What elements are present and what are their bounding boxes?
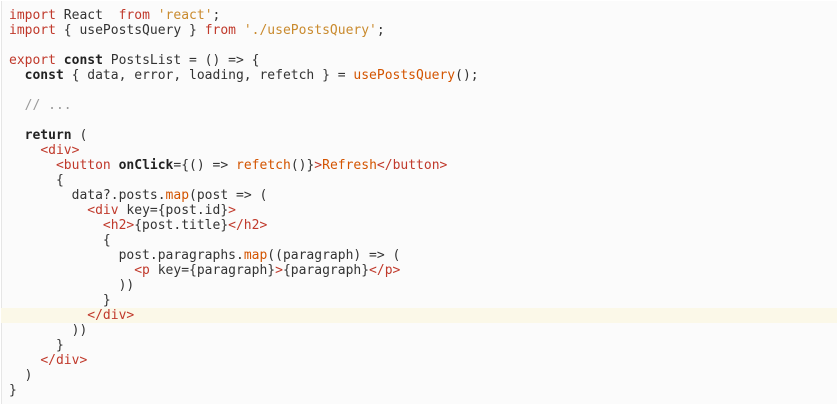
code-token: data?.posts. bbox=[9, 188, 166, 203]
code-token: ; bbox=[212, 8, 221, 23]
code-line[interactable]: import { usePostsQuery } from './usePost… bbox=[9, 23, 837, 38]
code-token: 'react' bbox=[157, 8, 213, 23]
code-token: import bbox=[9, 8, 56, 23]
code-line[interactable]: ​ bbox=[9, 113, 837, 128]
code-token: <div bbox=[87, 203, 119, 218]
code-token: map bbox=[243, 248, 268, 263]
code-line[interactable]: // ... bbox=[9, 98, 837, 113]
code-line[interactable]: } bbox=[9, 293, 837, 308]
code-token: ) bbox=[9, 368, 33, 383]
code-token: { data, error, loading, refetch } = bbox=[63, 68, 354, 83]
code-token: key={paragraph} bbox=[149, 263, 276, 278]
code-token: const bbox=[24, 68, 64, 83]
code-token: './usePostsQuery' bbox=[243, 23, 377, 38]
code-token: )) bbox=[9, 278, 135, 293]
code-token: { bbox=[9, 233, 111, 248]
code-token: </div> bbox=[40, 353, 88, 368]
code-token: ; bbox=[376, 23, 385, 38]
code-token: } bbox=[9, 338, 64, 353]
code-token: React bbox=[55, 8, 119, 23]
code-token: </div> bbox=[87, 308, 135, 323]
code-token: { bbox=[9, 173, 64, 188]
code-token: > bbox=[275, 263, 283, 278]
code-token: <h2> bbox=[102, 218, 135, 233]
code-line[interactable]: ​ bbox=[9, 83, 837, 98]
code-line[interactable]: </div> bbox=[1, 308, 837, 323]
code-token: > bbox=[314, 158, 323, 173]
code-line[interactable]: <p key={paragraph}>{paragraph}</p> bbox=[9, 263, 837, 278]
code-token: { usePostsQuery } bbox=[55, 23, 205, 38]
code-token: export bbox=[9, 53, 56, 68]
code-line[interactable]: <h2>{post.title}</h2> bbox=[9, 218, 837, 233]
code-token: import bbox=[9, 23, 56, 38]
code-line[interactable]: )) bbox=[9, 278, 837, 293]
code-token: post.paragraphs. bbox=[9, 248, 244, 263]
code-line[interactable]: import React from 'react'; bbox=[9, 8, 837, 23]
code-token: </button> bbox=[376, 158, 448, 173]
code-token: ((paragraph) => ( bbox=[267, 248, 401, 263]
code-token: (post => ( bbox=[189, 188, 268, 203]
code-line[interactable]: <div key={post.id}> bbox=[9, 203, 837, 218]
code-token: refetch bbox=[236, 158, 291, 173]
code-token: key={post.id} bbox=[118, 203, 229, 218]
code-line[interactable]: { bbox=[9, 233, 837, 248]
code-line[interactable]: { bbox=[9, 173, 837, 188]
code-token: from bbox=[118, 8, 150, 23]
code-token: </p> bbox=[369, 263, 401, 278]
code-line[interactable]: } bbox=[9, 338, 837, 353]
code-token: map bbox=[165, 188, 190, 203]
code-token: return bbox=[24, 128, 72, 143]
code-line[interactable]: post.paragraphs.map((paragraph) => ( bbox=[9, 248, 837, 263]
code-token: <p bbox=[134, 263, 150, 278]
code-token: onClick bbox=[118, 158, 174, 173]
code-token: PostsList = () => { bbox=[102, 53, 260, 68]
code-token: )) bbox=[9, 323, 88, 338]
code-token: </h2> bbox=[228, 218, 268, 233]
code-token: } bbox=[9, 383, 17, 398]
code-token: ={() => bbox=[173, 158, 237, 173]
code-line[interactable]: ​ bbox=[9, 38, 837, 53]
code-token: <button bbox=[55, 158, 111, 173]
code-token: ( bbox=[71, 128, 88, 143]
code-token: const bbox=[63, 53, 103, 68]
code-token: {post.title} bbox=[134, 218, 229, 233]
code-editor[interactable]: import React from 'react'; import { usePo… bbox=[1, 1, 837, 404]
code-token: ()} bbox=[290, 158, 315, 173]
code-line[interactable]: )) bbox=[9, 323, 837, 338]
code-token: <div> bbox=[40, 143, 80, 158]
code-line[interactable]: <button onClick={() => refetch()}>Refres… bbox=[9, 158, 837, 173]
code-token: (); bbox=[455, 68, 479, 83]
code-token: > bbox=[228, 203, 236, 218]
code-content[interactable]: import React from 'react'; import { usePo… bbox=[1, 8, 837, 398]
code-line[interactable]: <div> bbox=[9, 143, 837, 158]
code-token: from bbox=[204, 23, 236, 38]
code-token: } bbox=[9, 293, 111, 308]
code-line[interactable]: </div> bbox=[9, 353, 837, 368]
code-line[interactable]: export const PostsList = () => { bbox=[9, 53, 837, 68]
code-line[interactable]: const { data, error, loading, refetch } … bbox=[9, 68, 837, 83]
code-line[interactable]: data?.posts.map(post => ( bbox=[9, 188, 837, 203]
code-token: Refresh bbox=[322, 158, 377, 173]
code-token: usePostsQuery bbox=[353, 68, 456, 83]
code-line[interactable]: } bbox=[9, 383, 837, 398]
code-token: {paragraph} bbox=[282, 263, 370, 278]
code-line[interactable]: ) bbox=[9, 368, 837, 383]
code-line[interactable]: return ( bbox=[9, 128, 837, 143]
code-token: // ... bbox=[9, 98, 72, 113]
